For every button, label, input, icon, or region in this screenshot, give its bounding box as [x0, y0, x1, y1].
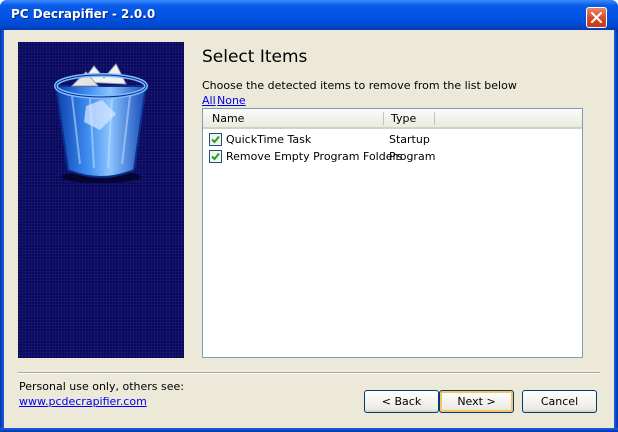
banner-panel [18, 42, 184, 358]
footer-divider [18, 372, 600, 374]
column-divider[interactable] [383, 112, 384, 125]
dialog-body: Select Items Choose the detected items t… [4, 30, 614, 428]
app-window: PC Decrapifier - 2.0.0 Select Items Choo… [0, 0, 618, 432]
checkmark-icon [211, 135, 220, 144]
cancel-button[interactable]: Cancel [522, 390, 597, 413]
column-header-name[interactable]: Name [212, 112, 244, 125]
back-button[interactable]: < Back [364, 390, 439, 413]
item-checkbox[interactable] [209, 133, 222, 146]
item-name: Remove Empty Program Folders [226, 150, 403, 163]
page-title: Select Items [202, 47, 308, 67]
close-button[interactable] [586, 7, 607, 28]
license-note: Personal use only, others see: [19, 380, 184, 393]
column-header-type[interactable]: Type [391, 112, 416, 125]
next-button[interactable]: Next > [439, 390, 514, 413]
items-list[interactable]: Name Type QuickTime Task Startup Remove … [202, 108, 583, 358]
item-name: QuickTime Task [226, 133, 312, 146]
website-link[interactable]: www.pcdecrapifier.com [19, 395, 147, 408]
item-type: Startup [389, 133, 430, 146]
select-all-link[interactable]: All [202, 94, 216, 107]
window-frame-bottom [0, 428, 618, 432]
window-title: PC Decrapifier - 2.0.0 [11, 7, 156, 21]
list-header: Name Type [203, 109, 582, 129]
instructions-text: Choose the detected items to remove from… [202, 79, 517, 92]
checkmark-icon [211, 152, 220, 161]
close-icon [591, 12, 602, 23]
item-checkbox[interactable] [209, 150, 222, 163]
list-item[interactable]: Remove Empty Program Folders Program [203, 148, 582, 165]
list-item[interactable]: QuickTime Task Startup [203, 131, 582, 148]
item-type: Program [389, 150, 436, 163]
window-frame-right [614, 30, 618, 432]
column-divider[interactable] [434, 112, 435, 125]
select-none-link[interactable]: None [217, 94, 246, 107]
recycle-bin-icon [54, 63, 148, 183]
title-bar[interactable]: PC Decrapifier - 2.0.0 [0, 0, 618, 30]
